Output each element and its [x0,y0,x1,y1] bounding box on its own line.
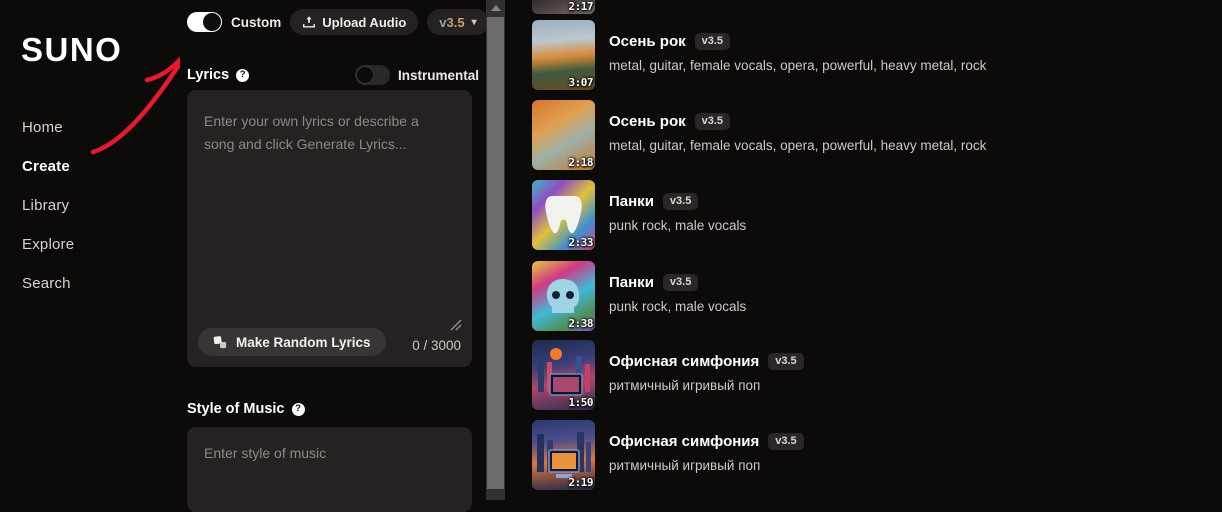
song-details: Осень рок v3.5 metal, guitar, female voc… [609,20,986,73]
style-of-music-textarea[interactable]: Enter style of music [187,427,472,512]
upload-audio-button[interactable]: Upload Audio [290,9,419,35]
song-duration: 2:19 [568,476,594,489]
sidebar-item-create[interactable]: Create [22,157,172,177]
lyrics-help-icon[interactable]: ? [236,68,250,82]
custom-toggle-label: Custom [231,14,282,30]
list-item[interactable]: 2:33 Панки v3.5 punk rock, male vocals [532,180,1222,260]
sidebar: SUNO Home Create Library Explore Search [0,0,180,500]
song-version-badge: v3.5 [768,353,804,370]
make-random-lyrics-label: Make Random Lyrics [236,334,371,350]
song-tags: metal, guitar, female vocals, opera, pow… [609,58,987,73]
sidebar-item-explore[interactable]: Explore [22,235,172,255]
custom-toggle-knob [203,13,221,31]
page-scrollbar[interactable] [486,0,505,500]
instrumental-toggle-knob [355,66,374,84]
song-title[interactable]: Офисная симфония [609,433,759,450]
list-item[interactable]: 2:19 Офисная симфония v3.5 ритмичный игр… [532,420,1222,500]
list-item[interactable]: 2:38 Панки v3.5 punk rock, male vocals [532,261,1222,341]
lyrics-char-count: 0 / 3000 [412,338,461,353]
lyrics-placeholder: Enter your own lyrics or describe a song… [204,113,419,152]
create-toolbar: Custom Upload Audio v3.5 ▾ [187,8,489,36]
sidebar-item-home[interactable]: Home [22,118,172,138]
song-title-row: Панки v3.5 [609,193,746,210]
song-title[interactable]: Офисная симфония [609,353,759,370]
list-item[interactable]: 3:07 Осень рок v3.5 metal, guitar, femal… [532,20,1222,100]
style-of-music-placeholder: Enter style of music [204,445,327,461]
upload-audio-label: Upload Audio [322,14,407,30]
make-random-lyrics-button[interactable]: Make Random Lyrics [198,328,386,356]
song-artwork[interactable]: 2:33 [532,180,595,250]
song-artwork[interactable]: 3:07 [532,20,595,90]
sidebar-item-search[interactable]: Search [22,274,172,294]
scroll-up-arrow-icon[interactable] [486,0,505,16]
lyrics-textarea[interactable]: Enter your own lyrics or describe a song… [187,90,472,367]
song-details: Офисная симфония v3.5 ритмичный игривый … [609,340,804,393]
song-artwork[interactable]: 2:19 [532,420,595,490]
song-title[interactable]: Панки [609,274,654,291]
song-version-badge: v3.5 [694,113,731,130]
song-version-badge: v3.5 [662,193,699,210]
song-title-row: Осень рок v3.5 [609,33,986,50]
song-details: Панки v3.5 punk rock, male vocals [609,261,746,314]
song-details: Осень рок v3.5 metal, guitar, female voc… [609,100,986,153]
song-tags: punk rock, male vocals [609,218,747,233]
song-version-badge: v3.5 [662,274,699,291]
song-title[interactable]: Осень рок [609,33,686,50]
list-item[interactable]: 2:18 Осень рок v3.5 metal, guitar, femal… [532,100,1222,180]
song-artwork[interactable]: 2:18 [532,100,595,170]
song-tags: metal, guitar, female vocals, opera, pow… [609,138,987,153]
scroll-up-triangle [490,5,501,11]
song-title-row: Офисная симфония v3.5 [609,433,804,450]
suno-logo[interactable]: SUNO [21,31,122,69]
song-duration: 1:50 [568,396,594,409]
dice-icon [213,335,227,348]
create-panel: Custom Upload Audio v3.5 ▾ Lyrics ? Inst… [180,0,489,512]
song-title-row: Осень рок v3.5 [609,113,986,130]
style-of-music-header: Style of Music ? [187,398,305,420]
style-of-music-title: Style of Music [187,401,285,417]
song-tags: ритмичный игривый поп [609,378,761,393]
song-artwork[interactable]: 2:38 [532,261,595,331]
song-duration: 2:18 [568,156,594,169]
sidebar-item-library[interactable]: Library [22,196,172,216]
song-title[interactable]: Осень рок [609,113,686,130]
song-duration: 2:38 [568,317,594,330]
song-tags: punk rock, male vocals [609,299,747,314]
style-of-music-help-icon[interactable]: ? [291,402,305,416]
resize-grip-icon[interactable] [449,318,462,331]
song-artwork[interactable]: 2:17 [532,0,595,14]
song-tags: ритмичный игривый поп [609,458,761,473]
lyrics-title: Lyrics [187,67,230,83]
upload-icon [303,16,316,28]
song-title-row: Панки v3.5 [609,274,746,291]
version-select-label: v3.5 [439,14,465,30]
song-title-row: Офисная симфония v3.5 [609,353,804,370]
scrollbar-thumb[interactable] [487,17,504,489]
list-item[interactable]: 1:50 Офисная симфония v3.5 ритмичный игр… [532,340,1222,420]
sidebar-nav: Home Create Library Explore Search [22,118,172,313]
chevron-down-icon: ▾ [471,16,477,28]
song-version-badge: v3.5 [768,433,804,450]
song-duration: 3:07 [568,76,594,89]
song-details: Офисная симфония v3.5 ритмичный игривый … [609,420,804,473]
song-duration: 2:33 [568,236,594,249]
song-list: 2:17 3:07 Осень рок v3.5 metal, guitar, … [505,0,1222,500]
instrumental-label: Instrumental [397,67,479,83]
song-title[interactable]: Панки [609,193,654,210]
version-select[interactable]: v3.5 ▾ [427,9,489,35]
song-version-badge: v3.5 [694,33,731,50]
instrumental-control: Instrumental [354,63,479,87]
custom-toggle[interactable] [187,12,222,32]
song-duration: 2:17 [568,0,594,13]
song-details: Панки v3.5 punk rock, male vocals [609,180,746,233]
song-artwork[interactable]: 1:50 [532,340,595,410]
instrumental-toggle[interactable] [354,65,390,85]
